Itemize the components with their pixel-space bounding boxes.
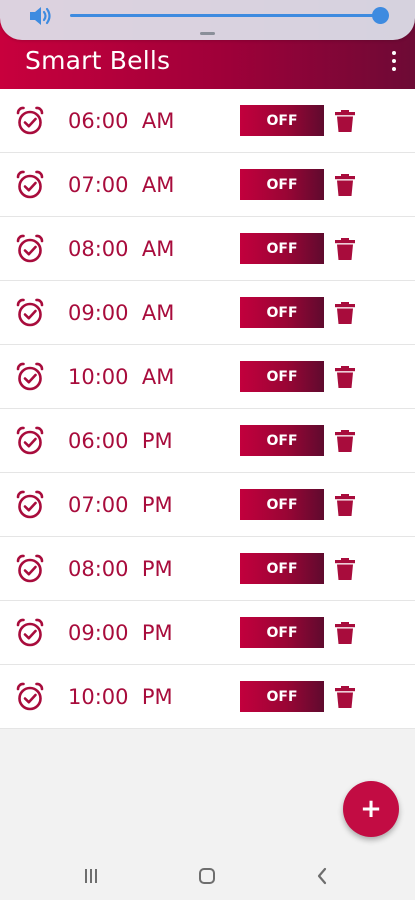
alarm-toggle-label: OFF — [266, 241, 298, 257]
alarm-toggle-label: OFF — [266, 177, 298, 193]
alarm-toggle-button[interactable]: OFF — [240, 425, 324, 456]
trash-icon[interactable] — [334, 557, 356, 581]
back-icon[interactable] — [314, 866, 330, 886]
trash-icon[interactable] — [334, 621, 356, 645]
alarm-clock-icon — [16, 554, 44, 583]
trash-icon[interactable] — [334, 109, 356, 133]
alarm-list: 06:00 AM OFF 07:00 AM OFF 08:00 AM OFF 0… — [0, 89, 415, 729]
speaker-volume-icon[interactable] — [27, 4, 55, 28]
alarm-clock-icon — [16, 682, 44, 711]
alarm-toggle-label: OFF — [266, 625, 298, 641]
trash-icon[interactable] — [334, 493, 356, 517]
alarm-toggle-button[interactable]: OFF — [240, 361, 324, 392]
recent-apps-icon[interactable] — [82, 867, 100, 885]
alarm-time[interactable]: 09:00 PM — [68, 616, 173, 650]
alarm-toggle-label: OFF — [266, 689, 298, 705]
trash-icon[interactable] — [334, 365, 356, 389]
volume-slider-fill — [70, 14, 380, 17]
alarm-time[interactable]: 06:00 PM — [68, 424, 173, 458]
alarm-time[interactable]: 07:00 PM — [68, 488, 173, 522]
alarm-toggle-button[interactable]: OFF — [240, 681, 324, 712]
more-vert-icon[interactable] — [387, 51, 401, 71]
alarm-row[interactable]: 08:00 AM OFF — [0, 217, 415, 281]
alarm-clock-icon — [16, 106, 44, 135]
alarm-toggle-button[interactable]: OFF — [240, 553, 324, 584]
app-title: Smart Bells — [25, 46, 171, 75]
alarm-clock-icon — [16, 490, 44, 519]
alarm-toggle-label: OFF — [266, 497, 298, 513]
alarm-toggle-button[interactable]: OFF — [240, 105, 324, 136]
alarm-time[interactable]: 06:00 AM — [68, 104, 174, 138]
trash-icon[interactable] — [334, 685, 356, 709]
alarm-time[interactable]: 09:00 AM — [68, 296, 174, 330]
alarm-row[interactable]: 10:00 AM OFF — [0, 345, 415, 409]
trash-icon[interactable] — [334, 301, 356, 325]
trash-icon[interactable] — [334, 237, 356, 261]
alarm-row[interactable]: 09:00 PM OFF — [0, 601, 415, 665]
alarm-clock-icon — [16, 170, 44, 199]
volume-panel — [0, 0, 415, 40]
alarm-clock-icon — [16, 234, 44, 263]
alarm-toggle-button[interactable]: OFF — [240, 297, 324, 328]
alarm-toggle-label: OFF — [266, 305, 298, 321]
alarm-row[interactable]: 09:00 AM OFF — [0, 281, 415, 345]
alarm-time[interactable]: 08:00 PM — [68, 552, 173, 586]
add-alarm-button[interactable]: + — [343, 781, 399, 837]
alarm-row[interactable]: 06:00 AM OFF — [0, 89, 415, 153]
home-icon[interactable] — [197, 866, 217, 886]
system-nav-bar — [0, 852, 415, 900]
alarm-toggle-label: OFF — [266, 369, 298, 385]
alarm-toggle-label: OFF — [266, 113, 298, 129]
alarm-toggle-label: OFF — [266, 433, 298, 449]
volume-panel-handle[interactable] — [200, 32, 215, 35]
alarm-time[interactable]: 08:00 AM — [68, 232, 174, 266]
trash-icon[interactable] — [334, 173, 356, 197]
alarm-row[interactable]: 06:00 PM OFF — [0, 409, 415, 473]
alarm-toggle-button[interactable]: OFF — [240, 617, 324, 648]
alarm-row[interactable]: 08:00 PM OFF — [0, 537, 415, 601]
volume-slider[interactable] — [70, 7, 389, 24]
alarm-toggle-button[interactable]: OFF — [240, 169, 324, 200]
alarm-time[interactable]: 10:00 AM — [68, 360, 174, 394]
alarm-clock-icon — [16, 362, 44, 391]
alarm-toggle-button[interactable]: OFF — [240, 489, 324, 520]
screen: Smart Bells 06:00 AM OFF 07:00 AM OFF 08… — [0, 0, 415, 900]
alarm-clock-icon — [16, 618, 44, 647]
alarm-time[interactable]: 10:00 PM — [68, 680, 173, 714]
alarm-row[interactable]: 07:00 PM OFF — [0, 473, 415, 537]
alarm-toggle-label: OFF — [266, 561, 298, 577]
alarm-clock-icon — [16, 298, 44, 327]
alarm-toggle-button[interactable]: OFF — [240, 233, 324, 264]
trash-icon[interactable] — [334, 429, 356, 453]
alarm-time[interactable]: 07:00 AM — [68, 168, 174, 202]
alarm-row[interactable]: 10:00 PM OFF — [0, 665, 415, 729]
alarm-row[interactable]: 07:00 AM OFF — [0, 153, 415, 217]
volume-slider-thumb[interactable] — [372, 7, 389, 24]
alarm-clock-icon — [16, 426, 44, 455]
